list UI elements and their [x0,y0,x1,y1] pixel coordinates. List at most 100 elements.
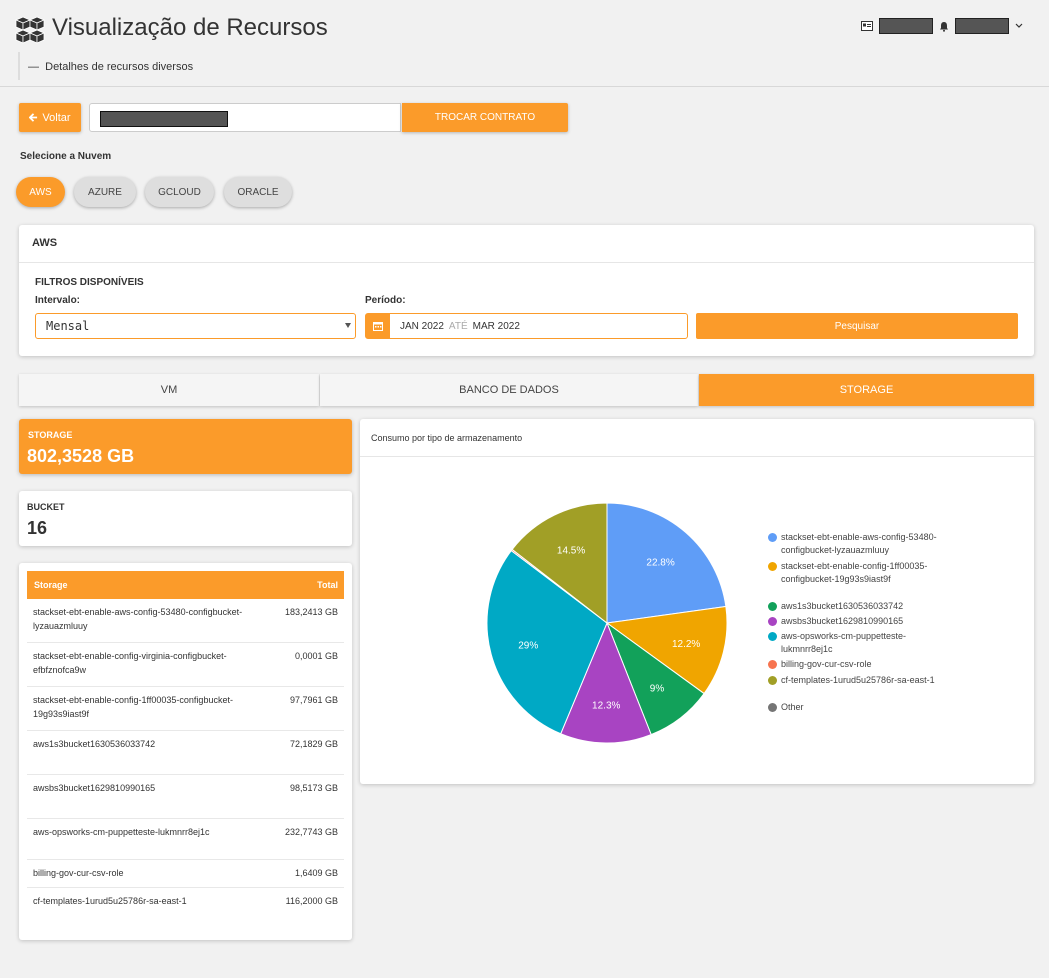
interval-select[interactable]: Mensal [35,313,356,339]
chevron-down-icon[interactable] [1015,23,1023,29]
bucket-count-value: 16 [27,518,48,538]
subtitle-accent-bar [18,52,20,80]
legend-label: cf-templates-1urud5u25786r-sa-east-1 [781,675,935,685]
redacted-account-menu[interactable] [955,18,1009,34]
bucket-count-label: BUCKET [27,502,65,512]
storage-total-card: STORAGE 802,3528 GB [19,419,352,474]
table-header: Storage Total [27,571,344,599]
period-end: MAR 2022 [472,321,520,332]
storage-total-label: STORAGE [28,430,73,440]
filters-section-title: FILTROS DISPONÍVEIS [35,277,144,288]
row-storage-name: awsbs3bucket1629810990165 [33,783,156,793]
legend-swatch [768,660,777,669]
row-storage-name: billing-gov-cur-csv-role [33,868,124,878]
page-title: Visualização de Recursos [52,14,328,41]
row-storage-name: stackset-ebt-enable-config-1ff00035-conf… [33,695,233,719]
period-start: JAN 2022 [400,321,444,332]
calendar-icon [366,314,390,338]
legend-label: stackset-ebt-enable-aws-config-53480-con… [781,532,937,555]
pie-slice-label-0: 22.8% [646,557,674,568]
period-range-field[interactable]: JAN 2022 ATÉ MAR 2022 [365,313,688,339]
legend-label: billing-gov-cur-csv-role [781,659,872,669]
cloud-selector-label: Selecione a Nuvem [20,151,112,162]
bell-icon[interactable] [939,21,949,32]
row-total: 183,2413 GB [284,607,338,617]
legend-label: stackset-ebt-enable-config-1ff00035-conf… [781,561,928,584]
row-total: 98,5173 GB [289,783,338,793]
legend-item[interactable]: awsbs3bucket1629810990165 [768,615,936,628]
storage-chart-card: Consumo por tipo de armazenamento 22.8% 1… [360,419,1034,784]
storage-table-card: Storage Total stackset-ebt-enable-aws-co… [19,563,352,940]
legend-item[interactable]: stackset-ebt-enable-aws-config-53480-con… [768,531,937,557]
pie-slice-label-1: 12.2% [672,639,700,650]
legend-item[interactable]: billing-gov-cur-csv-role [768,658,936,671]
legend-swatch [768,617,777,626]
legend-swatch [768,632,777,641]
cloud-option-azure[interactable]: AZURE [74,177,136,207]
user-area [861,18,1023,34]
header-divider [0,86,1049,87]
id-card-icon [861,21,873,31]
tab-storage[interactable]: STORAGE [699,374,1034,406]
search-button[interactable]: Pesquisar [696,313,1018,339]
row-total: 97,7961 GB [289,695,338,705]
interval-select-value: Mensal [46,319,90,333]
caret-down-icon [345,323,351,328]
filters-card: AWS FILTROS DISPONÍVEIS Intervalo: Perío… [19,225,1034,356]
tab-vm[interactable]: VM [19,374,319,406]
period-range-text: JAN 2022 ATÉ MAR 2022 [400,321,520,332]
table-row: awsbs3bucket1629810990165 98,5173 GB [27,775,344,819]
table-row: stackset-ebt-enable-aws-config-53480-con… [27,599,344,643]
switch-contract-button[interactable]: TROCAR CONTRATO [402,103,568,132]
legend-swatch [768,602,777,611]
legend-label: aws1s3bucket1630536033742 [781,601,904,611]
row-total: 116,2000 GB [285,896,338,906]
back-button-label: Voltar [42,111,71,124]
row-total: 72,1829 GB [289,739,338,749]
contract-field[interactable] [89,103,401,132]
table-row: stackset-ebt-enable-config-1ff00035-conf… [27,687,344,731]
pie-slice-label-3: 12.3% [592,701,620,712]
page-subtitle: — Detalhes de recursos diversos [28,61,194,73]
row-storage-name: stackset-ebt-enable-config-virginia-conf… [33,651,227,675]
row-storage-name: stackset-ebt-enable-aws-config-53480-con… [33,607,243,631]
row-total: 1,6409 GB [294,868,338,878]
period-label: Período: [365,295,406,306]
row-storage-name: cf-templates-1urud5u25786r-sa-east-1 [33,896,187,906]
cloud-option-oracle[interactable]: ORACLE [224,177,292,207]
legend-label: Other [781,702,804,712]
row-total: 232,7743 GB [284,827,338,837]
cubes-logo-icon [14,16,46,44]
table-row: aws1s3bucket1630536033742 72,1829 GB [27,731,344,775]
row-total: 0,0001 GB [294,651,338,661]
legend-item[interactable]: stackset-ebt-enable-config-1ff00035-conf… [768,560,936,599]
legend-item[interactable]: cf-templates-1urud5u25786r-sa-east-1 [768,674,936,700]
table-row: aws-opsworks-cm-puppetteste-lukmnrr8ej1c… [27,819,344,860]
legend-swatch [768,562,777,571]
column-header-storage: Storage [34,580,68,590]
column-header-total: Total [317,580,338,590]
bucket-count-card: BUCKET 16 [19,491,352,546]
table-row: stackset-ebt-enable-config-virginia-conf… [27,643,344,687]
legend-swatch [768,703,777,712]
redacted-contract-value [100,111,228,127]
card-divider [19,262,1034,263]
tab-database[interactable]: BANCO DE DADOS [320,374,698,406]
back-button[interactable]: Voltar [19,103,81,132]
row-storage-name: aws-opsworks-cm-puppetteste-lukmnrr8ej1c [33,827,210,837]
legend-item[interactable]: aws-opsworks-cm-puppetteste-lukmnrr8ej1c [768,630,936,656]
legend-label: aws-opsworks-cm-puppetteste-lukmnrr8ej1c [781,631,907,654]
cloud-option-gcloud[interactable]: GCLOUD [145,177,214,207]
row-storage-name: aws1s3bucket1630536033742 [33,739,156,749]
legend-swatch [768,676,777,685]
cloud-option-aws[interactable]: AWS [16,177,65,207]
filters-card-title: AWS [32,237,58,249]
table-row: billing-gov-cur-csv-role 1,6409 GB [27,860,344,888]
legend-item[interactable]: aws1s3bucket1630536033742 [768,600,936,613]
storage-total-value: 802,3528 GB [27,446,135,466]
period-separator: ATÉ [448,321,468,332]
pie-slice-label-6: 14.5% [557,546,585,557]
table-row: cf-templates-1urud5u25786r-sa-east-1 116… [27,888,344,930]
legend-item[interactable]: Other [768,701,936,714]
legend-label: awsbs3bucket1629810990165 [781,616,904,626]
